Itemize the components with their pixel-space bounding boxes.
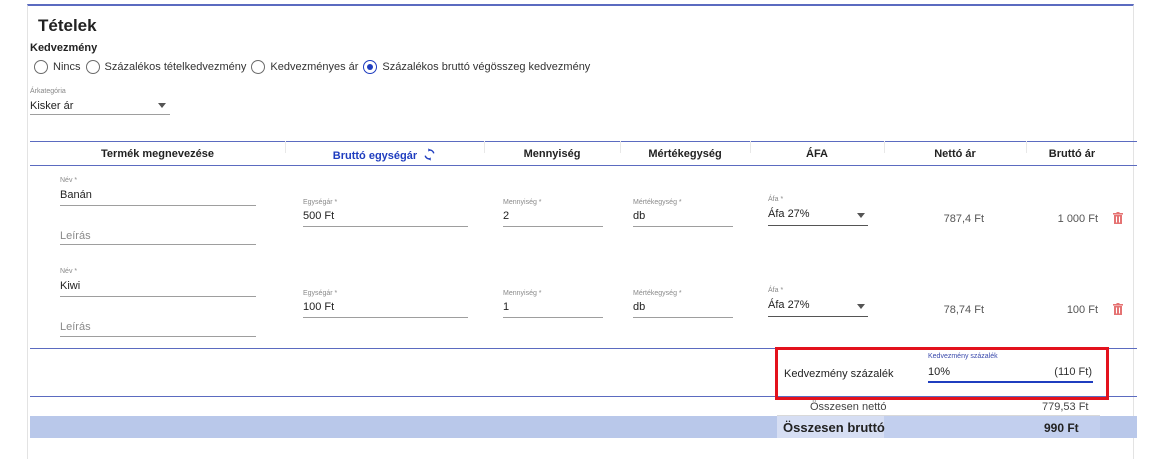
- vat-select[interactable]: Áfa 27%: [768, 208, 810, 220]
- header-unit: Mértékegység: [648, 148, 722, 160]
- price-category-label: Árkategória: [30, 88, 66, 95]
- header-net: Nettó ár: [934, 148, 976, 160]
- vat-label: Áfa *: [768, 196, 784, 203]
- header-unit-price[interactable]: Bruttó egységár: [285, 148, 484, 162]
- vat-underline: [768, 316, 868, 317]
- description-field[interactable]: Leírás: [60, 230, 256, 242]
- header-quantity: Mennyiség: [523, 148, 581, 160]
- radio-percent-total[interactable]: Százalékos bruttó végösszeg kedvezmény: [363, 60, 590, 74]
- unit-price-field[interactable]: 100 Ft: [303, 301, 468, 313]
- unit-field[interactable]: db: [633, 210, 733, 222]
- unit-underline: [633, 317, 733, 318]
- table-header-bottom-border: [30, 165, 1137, 166]
- unit-field[interactable]: db: [633, 301, 733, 313]
- price-category-select[interactable]: Kisker ár: [30, 97, 170, 115]
- name-field[interactable]: Kiwi: [60, 280, 256, 292]
- quantity-field[interactable]: 2: [503, 210, 603, 222]
- radio-percent-item[interactable]: Százalékos tételkedvezmény: [85, 60, 247, 74]
- name-underline: [60, 205, 256, 206]
- name-field-label: Név *: [60, 268, 78, 275]
- unit-price-underline: [303, 226, 468, 227]
- unit-label: Mértékegység *: [633, 199, 682, 206]
- price-category-value: Kisker ár: [30, 99, 74, 112]
- discount-label: Kedvezmény: [30, 42, 98, 54]
- description-underline: [60, 336, 256, 337]
- radio-discounted-price[interactable]: Kedvezményes ár: [251, 60, 358, 74]
- total-gross-label: Összesen bruttó: [783, 420, 885, 435]
- unit-label: Mértékegység *: [633, 290, 682, 297]
- name-field-label: Név *: [60, 177, 78, 184]
- unit-price-label: Egységár *: [303, 290, 338, 297]
- quantity-underline: [503, 226, 603, 227]
- unit-price-underline: [303, 317, 468, 318]
- chevron-down-icon[interactable]: [857, 213, 865, 218]
- gross-price: 1 000 Ft: [1057, 213, 1098, 225]
- header-gross: Bruttó ár: [1048, 148, 1096, 160]
- trash-icon[interactable]: [1113, 303, 1123, 315]
- radio-label: Kedvezményes ár: [270, 61, 359, 73]
- header-unit-price-label: Bruttó egységár: [332, 150, 418, 162]
- unit-price-label: Egységár *: [303, 199, 338, 206]
- radio-label: Nincs: [53, 61, 81, 73]
- vat-label: Áfa *: [768, 287, 784, 294]
- radio-nincs[interactable]: Nincs: [34, 60, 81, 74]
- vat-select[interactable]: Áfa 27%: [768, 299, 810, 311]
- radio-circle[interactable]: [251, 60, 266, 74]
- header-product-name: Termék megnevezése: [101, 148, 214, 160]
- chevron-down-icon[interactable]: [857, 304, 865, 309]
- net-price: 787,4 Ft: [943, 213, 984, 225]
- unit-underline: [633, 226, 733, 227]
- highlight-box: [775, 347, 1109, 400]
- quantity-field[interactable]: 1: [503, 301, 603, 313]
- net-price: 78,74 Ft: [943, 304, 984, 316]
- section-title: Tételek: [38, 16, 97, 35]
- vat-underline: [768, 225, 868, 226]
- description-field[interactable]: Leírás: [60, 321, 256, 333]
- quantity-underline: [503, 317, 603, 318]
- total-net-label: Összesen nettó: [810, 401, 887, 413]
- radio-circle-selected[interactable]: [363, 60, 378, 74]
- trash-icon[interactable]: [1113, 212, 1123, 224]
- radio-circle[interactable]: [34, 60, 48, 74]
- radio-circle[interactable]: [85, 60, 100, 74]
- description-underline: [60, 244, 256, 245]
- discount-radio-group: Nincs Százalékos tételkedvezmény Kedvezm…: [34, 59, 595, 75]
- quantity-label: Mennyiség *: [503, 199, 542, 206]
- quantity-label: Mennyiség *: [503, 290, 542, 297]
- name-field[interactable]: Banán: [60, 189, 256, 201]
- unit-price-field[interactable]: 500 Ft: [303, 210, 468, 222]
- table-header-top-border: [30, 141, 1137, 142]
- name-underline: [60, 296, 256, 297]
- radio-label: Százalékos bruttó végösszeg kedvezmény: [382, 61, 591, 73]
- radio-label: Százalékos tételkedvezmény: [104, 61, 247, 73]
- gross-price: 100 Ft: [1066, 304, 1098, 316]
- total-net-value: 779,53 Ft: [1042, 401, 1089, 413]
- header-vat: ÁFA: [806, 148, 828, 160]
- total-gross-value: 990 Ft: [1044, 421, 1079, 435]
- sync-icon[interactable]: [423, 148, 436, 161]
- chevron-down-icon[interactable]: [158, 103, 166, 108]
